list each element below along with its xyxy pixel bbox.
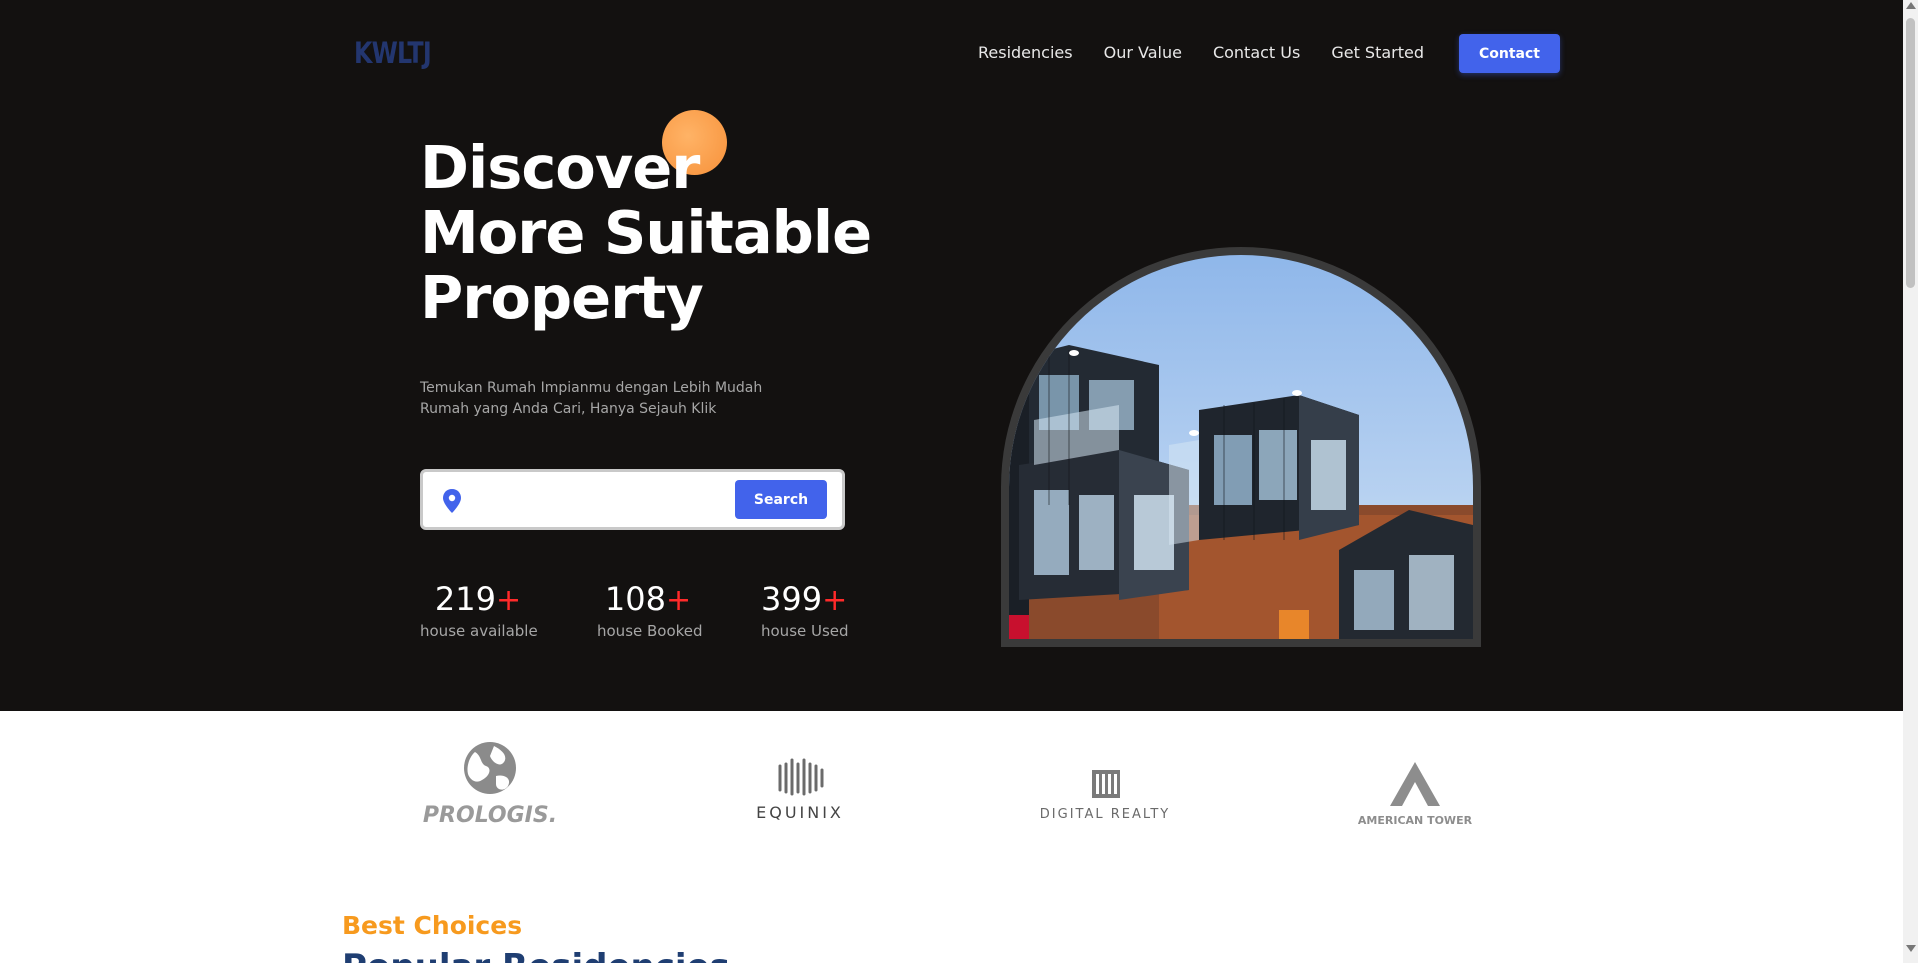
nav-residencies[interactable]: Residencies	[978, 43, 1073, 62]
nav-our-value[interactable]: Our Value	[1104, 43, 1182, 62]
svg-text:DIGITAL REALTY: DIGITAL REALTY	[1040, 807, 1170, 822]
stat-booked: 108+ house Booked	[597, 580, 703, 640]
search-input[interactable]	[475, 486, 715, 514]
scroll-up-arrow-icon[interactable]	[1906, 2, 1916, 9]
svg-text:EQUINIX: EQUINIX	[756, 803, 844, 822]
headline-line-1: Discover	[420, 133, 700, 202]
svg-text:AMERICAN TOWER: AMERICAN TOWER	[1358, 814, 1473, 827]
search-button[interactable]: Search	[735, 480, 827, 519]
partner-equinix: EQUINIX	[742, 740, 858, 835]
stat-label: house Booked	[597, 622, 703, 640]
subtitle-line-2: Rumah yang Anda Cari, Hanya Sejauh Klik	[420, 401, 717, 417]
plus-sign: +	[822, 583, 848, 618]
subtitle-line-1: Temukan Rumah Impianmu dengan Lebih Muda…	[420, 380, 763, 396]
headline-line-2: More Suitable	[420, 198, 872, 267]
headline-line-3: Property	[420, 263, 704, 332]
hero-building-image	[1009, 255, 1473, 639]
hero-subtitle: Temukan Rumah Impianmu dengan Lebih Muda…	[420, 378, 762, 420]
search-bar: Search	[420, 469, 845, 530]
stat-used: 399+ house Used	[761, 580, 849, 640]
stat-label: house available	[420, 622, 538, 640]
plus-sign: +	[495, 583, 522, 618]
logo[interactable]: KWLTJ	[354, 36, 432, 70]
stat-label: house Used	[761, 622, 849, 640]
nav-get-started[interactable]: Get Started	[1331, 43, 1424, 62]
hero-section: KWLTJ Residencies Our Value Contact Us G…	[0, 0, 1903, 711]
stat-value: 399	[761, 580, 823, 618]
partner-digital-realty: DIGITAL REALTY	[1030, 740, 1180, 835]
section-kicker: Best Choices	[342, 911, 523, 940]
location-pin-icon	[443, 489, 461, 513]
scroll-down-arrow-icon[interactable]	[1906, 945, 1916, 952]
stat-available: 219+ house available	[420, 580, 538, 640]
stat-value: 219	[434, 580, 496, 618]
stat-value: 108	[604, 580, 666, 618]
svg-text:PROLOGIS.: PROLOGIS.	[423, 803, 557, 828]
hero-image-frame	[1001, 247, 1481, 647]
scroll-thumb[interactable]	[1906, 18, 1915, 288]
plus-sign: +	[665, 583, 692, 618]
partner-prologis: PROLOGIS.	[420, 740, 560, 835]
section-title: Popular Residencies	[342, 947, 730, 963]
nav-contact-us[interactable]: Contact Us	[1213, 43, 1300, 62]
partner-american-tower: AMERICAN TOWER	[1340, 740, 1490, 835]
hero-headline: Discover More Suitable Property	[420, 133, 872, 332]
contact-button[interactable]: Contact	[1459, 34, 1560, 73]
main-nav: Residencies Our Value Contact Us Get Sta…	[978, 43, 1424, 62]
vertical-scrollbar[interactable]	[1903, 0, 1918, 963]
